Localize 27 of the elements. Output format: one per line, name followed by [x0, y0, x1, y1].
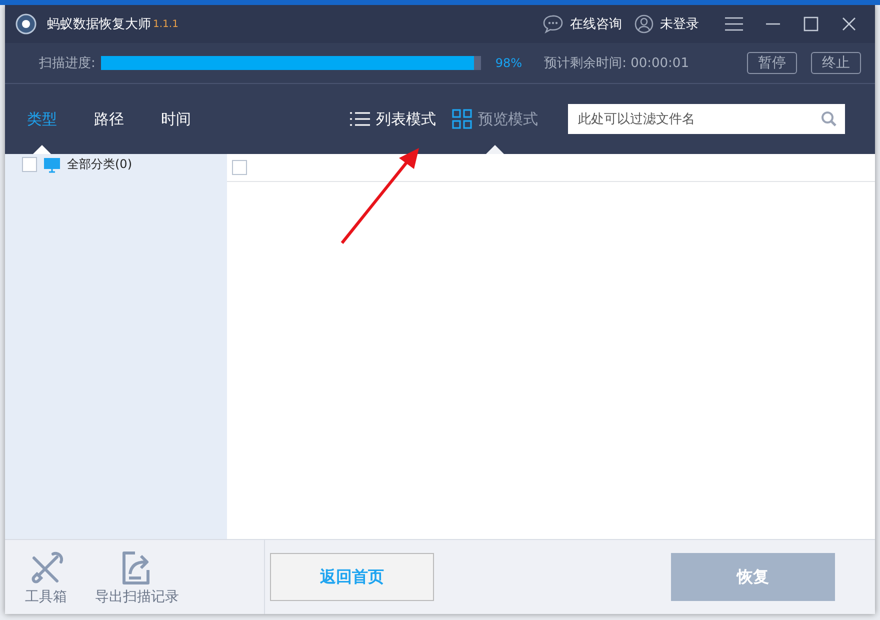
remaining-time: 预计剩余时间: 00:00:01 — [544, 55, 689, 72]
header-link[interactable]: 未登录 — [660, 15, 699, 33]
header-link[interactable]: 在线咨询 — [570, 15, 622, 33]
search-field[interactable]: 此处可以过滤文件名 — [568, 104, 845, 134]
tree-item[interactable]: 全部分类(0) — [67, 156, 132, 173]
search-icon — [821, 111, 837, 127]
filter-tab[interactable]: 路径 — [94, 84, 124, 154]
grid-icon — [452, 109, 472, 129]
scan-progress-label: 扫描进度: — [39, 55, 96, 72]
list-icon — [350, 112, 370, 126]
window-title: 蚂蚁数据恢复大师 — [47, 16, 151, 33]
filter-tab[interactable]: 类型 — [27, 84, 57, 154]
version-number: 1.1.1 — [153, 18, 178, 30]
tool-button[interactable]: 工具箱 — [25, 540, 67, 614]
filter-tab[interactable]: 时间 — [161, 84, 191, 154]
monitor-icon — [43, 156, 61, 172]
stop-button[interactable]: 终止 — [811, 52, 861, 74]
checkbox[interactable] — [22, 157, 37, 172]
select-all-checkbox[interactable] — [232, 160, 247, 175]
view-mode-button[interactable]: 列表模式 — [350, 84, 436, 154]
view-mode-button[interactable]: 预览模式 — [452, 84, 538, 154]
tool-button[interactable]: 导出扫描记录 — [95, 540, 179, 614]
progress-percent: 98% — [495, 56, 522, 70]
pause-button[interactable]: 暂停 — [747, 52, 797, 74]
chat-bubble-icon — [542, 14, 564, 34]
user-icon — [634, 14, 654, 34]
app-logo-icon — [15, 13, 37, 35]
